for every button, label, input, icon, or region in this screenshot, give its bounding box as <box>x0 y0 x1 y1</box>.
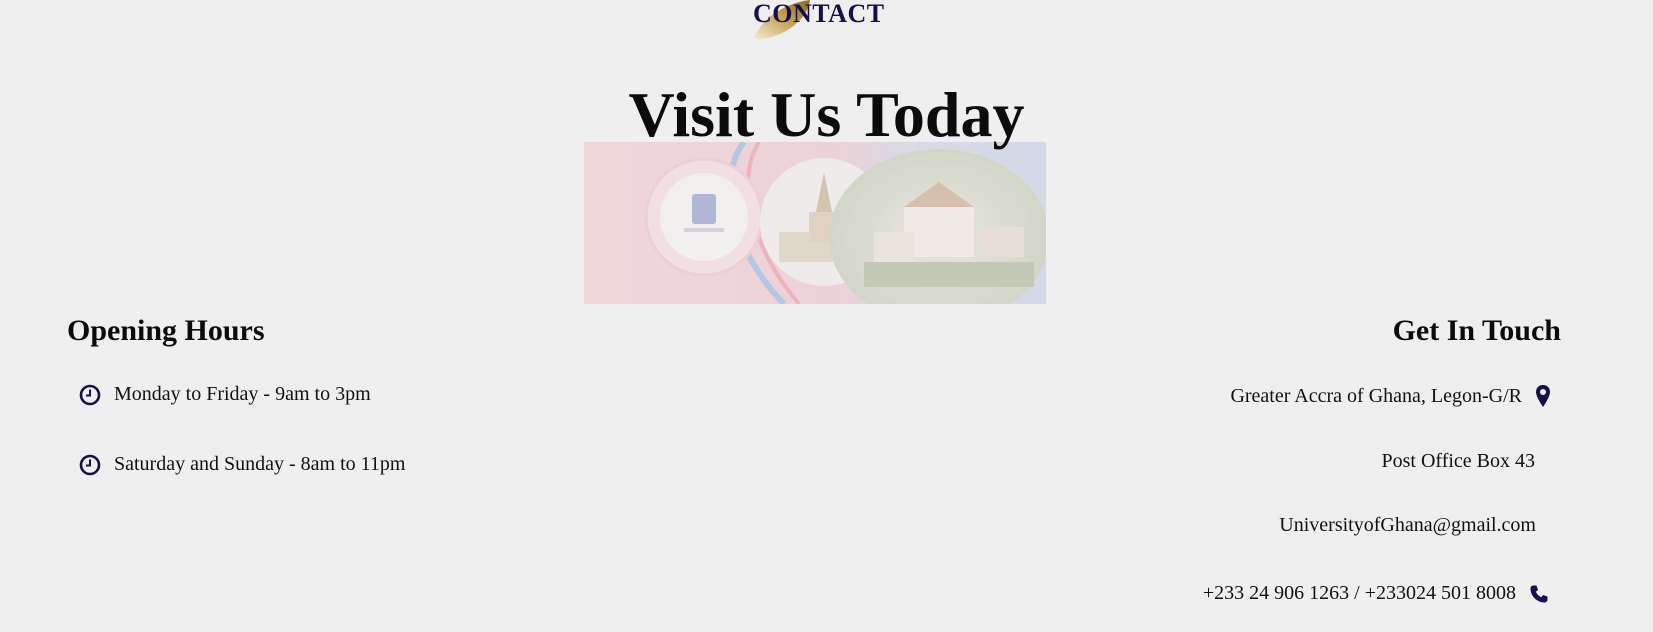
get-in-touch-heading: Get In Touch <box>1392 314 1561 347</box>
po-box-text: Post Office Box 43 <box>1381 450 1535 472</box>
clock-icon <box>79 454 101 475</box>
email-text[interactable]: UniversityofGhana@gmail.com <box>1279 514 1536 537</box>
map-marker-icon <box>1536 385 1550 407</box>
phone-icon <box>1530 585 1548 602</box>
phone-text[interactable]: +233 24 906 1263 / +233024 501 8008 <box>1203 582 1516 605</box>
hours-weekday-text: Monday to Friday - 9am to 3pm <box>114 383 371 405</box>
university-banner-image <box>584 142 1046 304</box>
contact-po-box: Post Office Box 43 <box>1381 450 1535 473</box>
hours-weekday: Monday to Friday - 9am to 3pm <box>79 383 371 406</box>
section-label: CONTACT <box>753 0 885 28</box>
clock-icon <box>79 384 101 405</box>
opening-hours-heading: Opening Hours <box>67 314 265 347</box>
contact-address: Greater Accra of Ghana, Legon-G/R <box>1230 384 1551 408</box>
hours-weekend: Saturday and Sunday - 8am to 11pm <box>79 453 405 476</box>
contact-page: CONTACT Visit Us Today Opening Hours Mon… <box>0 0 1653 632</box>
section-label-wrap: CONTACT <box>740 0 890 44</box>
contact-phone[interactable]: +233 24 906 1263 / +233024 501 8008 <box>1203 582 1549 605</box>
hours-weekend-text: Saturday and Sunday - 8am to 11pm <box>114 453 406 475</box>
page-title: Visit Us Today <box>628 79 1025 150</box>
address-text: Greater Accra of Ghana, Legon-G/R <box>1230 384 1522 407</box>
contact-email[interactable]: UniversityofGhana@gmail.com <box>1279 514 1536 537</box>
